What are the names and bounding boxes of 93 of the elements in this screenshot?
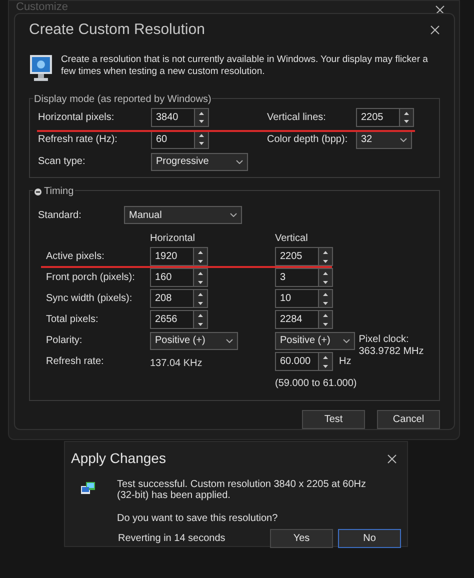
chevron-down-icon — [236, 160, 243, 164]
chevron-down-icon — [226, 338, 233, 343]
number-field[interactable]: 2284 — [275, 310, 319, 330]
spin-buttons[interactable] — [194, 268, 208, 288]
up-arrow-icon — [323, 251, 328, 254]
close-icon[interactable] — [387, 454, 397, 464]
down-arrow-icon — [198, 280, 203, 284]
up-arrow-icon — [404, 112, 409, 115]
down-arrow-icon — [198, 260, 203, 263]
field-label: Sync width (pixels): — [46, 292, 134, 306]
field-label: Active pixels: — [46, 250, 106, 264]
spin-buttons[interactable] — [195, 108, 209, 128]
down-arrow-icon — [323, 302, 328, 305]
number-field[interactable]: 3840 — [151, 108, 195, 128]
spin-buttons[interactable] — [194, 247, 208, 266]
down-arrow-icon — [404, 120, 409, 124]
down-arrow-icon — [199, 120, 204, 124]
number-field[interactable]: 2205 — [356, 108, 400, 128]
down-arrow-icon — [323, 260, 328, 263]
down-arrow-icon — [323, 322, 328, 326]
pixel-clock-label: Pixel clock: — [358, 334, 410, 346]
close-icon[interactable] — [435, 5, 445, 15]
field-label: Standard: — [38, 208, 82, 223]
range-text: (59.000 to 61.000) — [275, 377, 357, 392]
description-text: Create a resolution that is not currently available in Windows. Your display may flicker a few times when testing a new custom resolution. — [60, 54, 429, 78]
unit-text: Hz — [339, 355, 352, 370]
up-arrow-icon — [323, 356, 328, 360]
down-arrow-icon — [198, 322, 203, 326]
spin-buttons[interactable] — [319, 352, 333, 372]
field-label: Color depth (bpp): — [267, 133, 349, 148]
spin-buttons[interactable] — [319, 247, 333, 266]
dialog-button[interactable]: No — [338, 529, 401, 548]
number-field[interactable]: 60.000 — [275, 352, 319, 372]
monitor-icon — [29, 54, 53, 82]
close-icon[interactable] — [430, 24, 440, 35]
spin-buttons[interactable] — [319, 268, 333, 288]
up-arrow-icon — [323, 293, 328, 296]
collapse-icon[interactable] — [34, 188, 42, 196]
dropdown[interactable]: Positive (+) — [150, 332, 238, 350]
dialog-title: Create Custom Resolution — [29, 20, 205, 40]
field-label: Refresh rate (Hz): — [38, 133, 118, 148]
column-header: Vertical — [275, 232, 308, 246]
up-arrow-icon — [199, 112, 204, 115]
field-label: Polarity: — [46, 334, 84, 348]
field-label: Vertical lines: — [267, 111, 327, 126]
dropdown[interactable]: Manual — [124, 206, 242, 224]
countdown-text: Reverting in 14 seconds — [118, 532, 226, 546]
dialog-button[interactable]: Test — [302, 410, 365, 429]
field-label: Refresh rate: — [46, 355, 105, 370]
number-field[interactable]: 208 — [150, 289, 194, 308]
pixel-clock-value: 363.9782 MHz — [358, 346, 424, 358]
number-field[interactable]: 2656 — [150, 310, 194, 330]
chevron-down-icon — [343, 338, 350, 343]
chevron-down-icon — [400, 138, 407, 142]
group-label: Display mode (as reported by Windows) — [33, 92, 212, 107]
number-field[interactable]: 160 — [150, 268, 194, 288]
up-arrow-icon — [198, 314, 203, 318]
down-arrow-icon — [323, 364, 328, 368]
field-label: Scan type: — [38, 155, 86, 170]
message-text: Test successful. Custom resolution 3840 x 2205 at 60Hz (32-bit) has been applied. — [117, 479, 367, 501]
group-label: Timing — [44, 185, 74, 200]
number-field[interactable]: 3 — [275, 268, 319, 288]
dialog-button[interactable]: Yes — [270, 529, 333, 548]
spin-buttons[interactable] — [319, 289, 333, 308]
display-settings-icon — [81, 482, 95, 496]
dropdown[interactable]: Positive (+) — [275, 332, 355, 350]
up-arrow-icon — [323, 272, 328, 276]
dialog-title: Apply Changes — [71, 449, 166, 468]
down-arrow-icon — [198, 302, 203, 305]
field-label: Front porch (pixels): — [46, 271, 136, 286]
value-text: 137.04 KHz — [150, 358, 202, 369]
column-header: Horizontal — [150, 232, 196, 246]
up-arrow-icon — [198, 272, 203, 276]
dialog-button[interactable]: Cancel — [377, 410, 440, 429]
spin-buttons[interactable] — [194, 310, 208, 330]
down-arrow-icon — [323, 280, 328, 284]
window-title: Customize — [16, 1, 68, 13]
chevron-down-icon — [230, 213, 237, 218]
up-arrow-icon — [198, 251, 203, 254]
number-field[interactable]: 2205 — [275, 247, 319, 266]
up-arrow-icon — [199, 134, 204, 137]
up-arrow-icon — [323, 314, 328, 318]
up-arrow-icon — [198, 293, 203, 296]
spin-buttons[interactable] — [319, 310, 333, 330]
dropdown[interactable]: Progressive — [151, 152, 248, 171]
number-field[interactable]: 1920 — [150, 247, 194, 266]
question-text: Do you want to save this resolution? — [117, 512, 279, 526]
number-field[interactable]: 10 — [275, 289, 319, 308]
down-arrow-icon — [199, 142, 204, 146]
field-label: Horizontal pixels: — [38, 111, 116, 126]
spin-buttons[interactable] — [194, 289, 208, 308]
field-label: Total pixels: — [46, 313, 100, 328]
spin-buttons[interactable] — [400, 108, 414, 128]
